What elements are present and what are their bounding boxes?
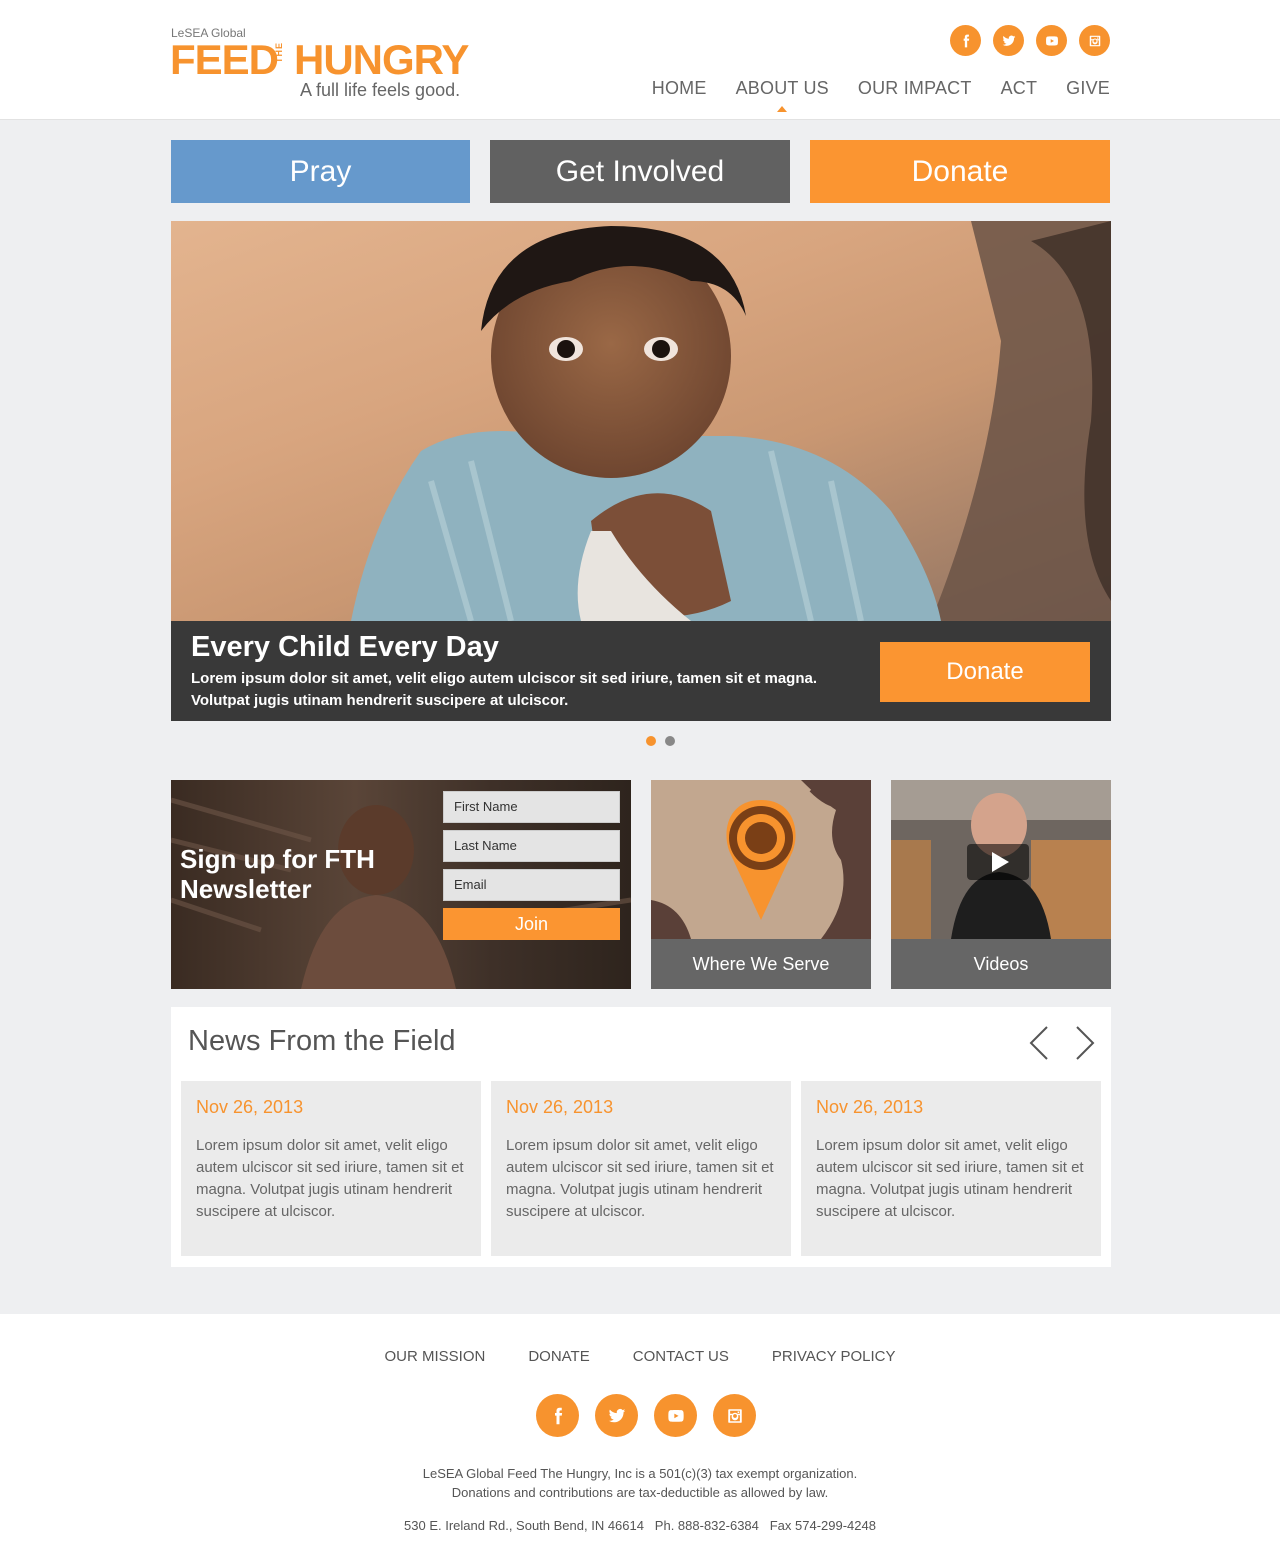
- videos-tile[interactable]: Videos: [891, 780, 1111, 989]
- hero-slider: Every Child Every Day Lorem ipsum dolor …: [171, 221, 1111, 721]
- nav-about-us[interactable]: ABOUT US: [736, 78, 829, 112]
- action-buttons: Pray Get Involved Donate: [171, 140, 1110, 203]
- email-input[interactable]: Email: [443, 869, 620, 901]
- videos-label: Videos: [891, 939, 1111, 989]
- footer-deductible-line: Donations and contributions are tax-dedu…: [451, 1485, 829, 1500]
- nav-give[interactable]: GIVE: [1066, 78, 1110, 99]
- site-logo[interactable]: LeSEA Global FEED THE HUNGRY A full life…: [170, 26, 480, 106]
- donate-button[interactable]: Donate: [810, 140, 1110, 203]
- slide-dot-2[interactable]: [665, 736, 675, 746]
- footer-address: 530 E. Ireland Rd., South Bend, IN 46614…: [404, 1518, 876, 1533]
- footer-contact-us[interactable]: CONTACT US: [633, 1348, 729, 1365]
- news-text: Lorem ipsum dolor sit amet, velit eligo …: [196, 1137, 464, 1220]
- logo-tagline: A full life feels good.: [300, 80, 461, 100]
- logo-feed: FEED: [170, 36, 279, 83]
- slider-dots: [646, 736, 675, 746]
- logo-hungry: HUNGRY: [294, 36, 469, 83]
- pray-button[interactable]: Pray: [171, 140, 470, 203]
- instagram-icon[interactable]: [1079, 25, 1110, 56]
- nav-act[interactable]: ACT: [1001, 78, 1038, 99]
- header-social: [950, 25, 1110, 56]
- twitter-icon[interactable]: [993, 25, 1024, 56]
- last-name-input[interactable]: Last Name: [443, 830, 620, 862]
- where-we-serve-label: Where We Serve: [651, 939, 871, 989]
- footer-nav: OUR MISSION DONATE CONTACT US PRIVACY PO…: [0, 1348, 1280, 1365]
- newsletter-signup: Sign up for FTH Newsletter First Name La…: [171, 780, 631, 989]
- news-section: News From the Field Nov 26, 2013 Lorem i…: [171, 1007, 1111, 1267]
- footer-social: [536, 1394, 756, 1437]
- where-we-serve-tile[interactable]: Where We Serve: [651, 780, 871, 989]
- footer-donate[interactable]: DONATE: [528, 1348, 589, 1365]
- join-button[interactable]: Join: [443, 908, 620, 940]
- facebook-icon[interactable]: [950, 25, 981, 56]
- news-card[interactable]: Nov 26, 2013 Lorem ipsum dolor sit amet,…: [181, 1081, 481, 1256]
- slide-dot-1[interactable]: [646, 736, 656, 746]
- hero-text: Lorem ipsum dolor sit amet, velit eligo …: [191, 670, 818, 709]
- footer-tax-line: LeSEA Global Feed The Hungry, Inc is a 5…: [422, 1466, 858, 1481]
- footer-privacy-policy[interactable]: PRIVACY POLICY: [772, 1348, 896, 1365]
- news-title: News From the Field: [188, 1025, 456, 1057]
- chevron-right-icon[interactable]: [1069, 1025, 1099, 1061]
- hero-caption: Every Child Every Day Lorem ipsum dolor …: [171, 621, 1111, 721]
- nav-home[interactable]: HOME: [652, 78, 707, 99]
- facebook-icon[interactable]: [536, 1394, 579, 1437]
- map-illustration: [651, 780, 871, 939]
- youtube-icon[interactable]: [1036, 25, 1067, 56]
- footer-our-mission[interactable]: OUR MISSION: [384, 1348, 485, 1365]
- first-name-input[interactable]: First Name: [443, 791, 620, 823]
- get-involved-button[interactable]: Get Involved: [490, 140, 790, 203]
- hero-photo: [171, 221, 1111, 621]
- chevron-left-icon[interactable]: [1027, 1025, 1057, 1061]
- instagram-icon[interactable]: [713, 1394, 756, 1437]
- youtube-icon[interactable]: [654, 1394, 697, 1437]
- newsletter-title: Sign up for FTH Newsletter: [180, 844, 375, 904]
- news-date: Nov 26, 2013: [506, 1097, 614, 1117]
- news-text: Lorem ipsum dolor sit amet, velit eligo …: [816, 1137, 1084, 1220]
- logo-the: THE: [274, 42, 284, 63]
- hero-donate-button[interactable]: Donate: [880, 642, 1090, 702]
- site-footer: OUR MISSION DONATE CONTACT US PRIVACY PO…: [0, 1314, 1280, 1565]
- hero-title: Every Child Every Day: [191, 631, 499, 663]
- news-card[interactable]: Nov 26, 2013 Lorem ipsum dolor sit amet,…: [801, 1081, 1101, 1256]
- video-thumbnail: [891, 780, 1111, 939]
- main-nav: HOME ABOUT US OUR IMPACT ACT GIVE: [652, 78, 1110, 112]
- news-date: Nov 26, 2013: [196, 1097, 304, 1117]
- news-date: Nov 26, 2013: [816, 1097, 924, 1117]
- news-text: Lorem ipsum dolor sit amet, velit eligo …: [506, 1137, 774, 1220]
- nav-our-impact[interactable]: OUR IMPACT: [858, 78, 972, 99]
- twitter-icon[interactable]: [595, 1394, 638, 1437]
- site-header: LeSEA Global FEED THE HUNGRY A full life…: [0, 0, 1280, 120]
- news-card[interactable]: Nov 26, 2013 Lorem ipsum dolor sit amet,…: [491, 1081, 791, 1256]
